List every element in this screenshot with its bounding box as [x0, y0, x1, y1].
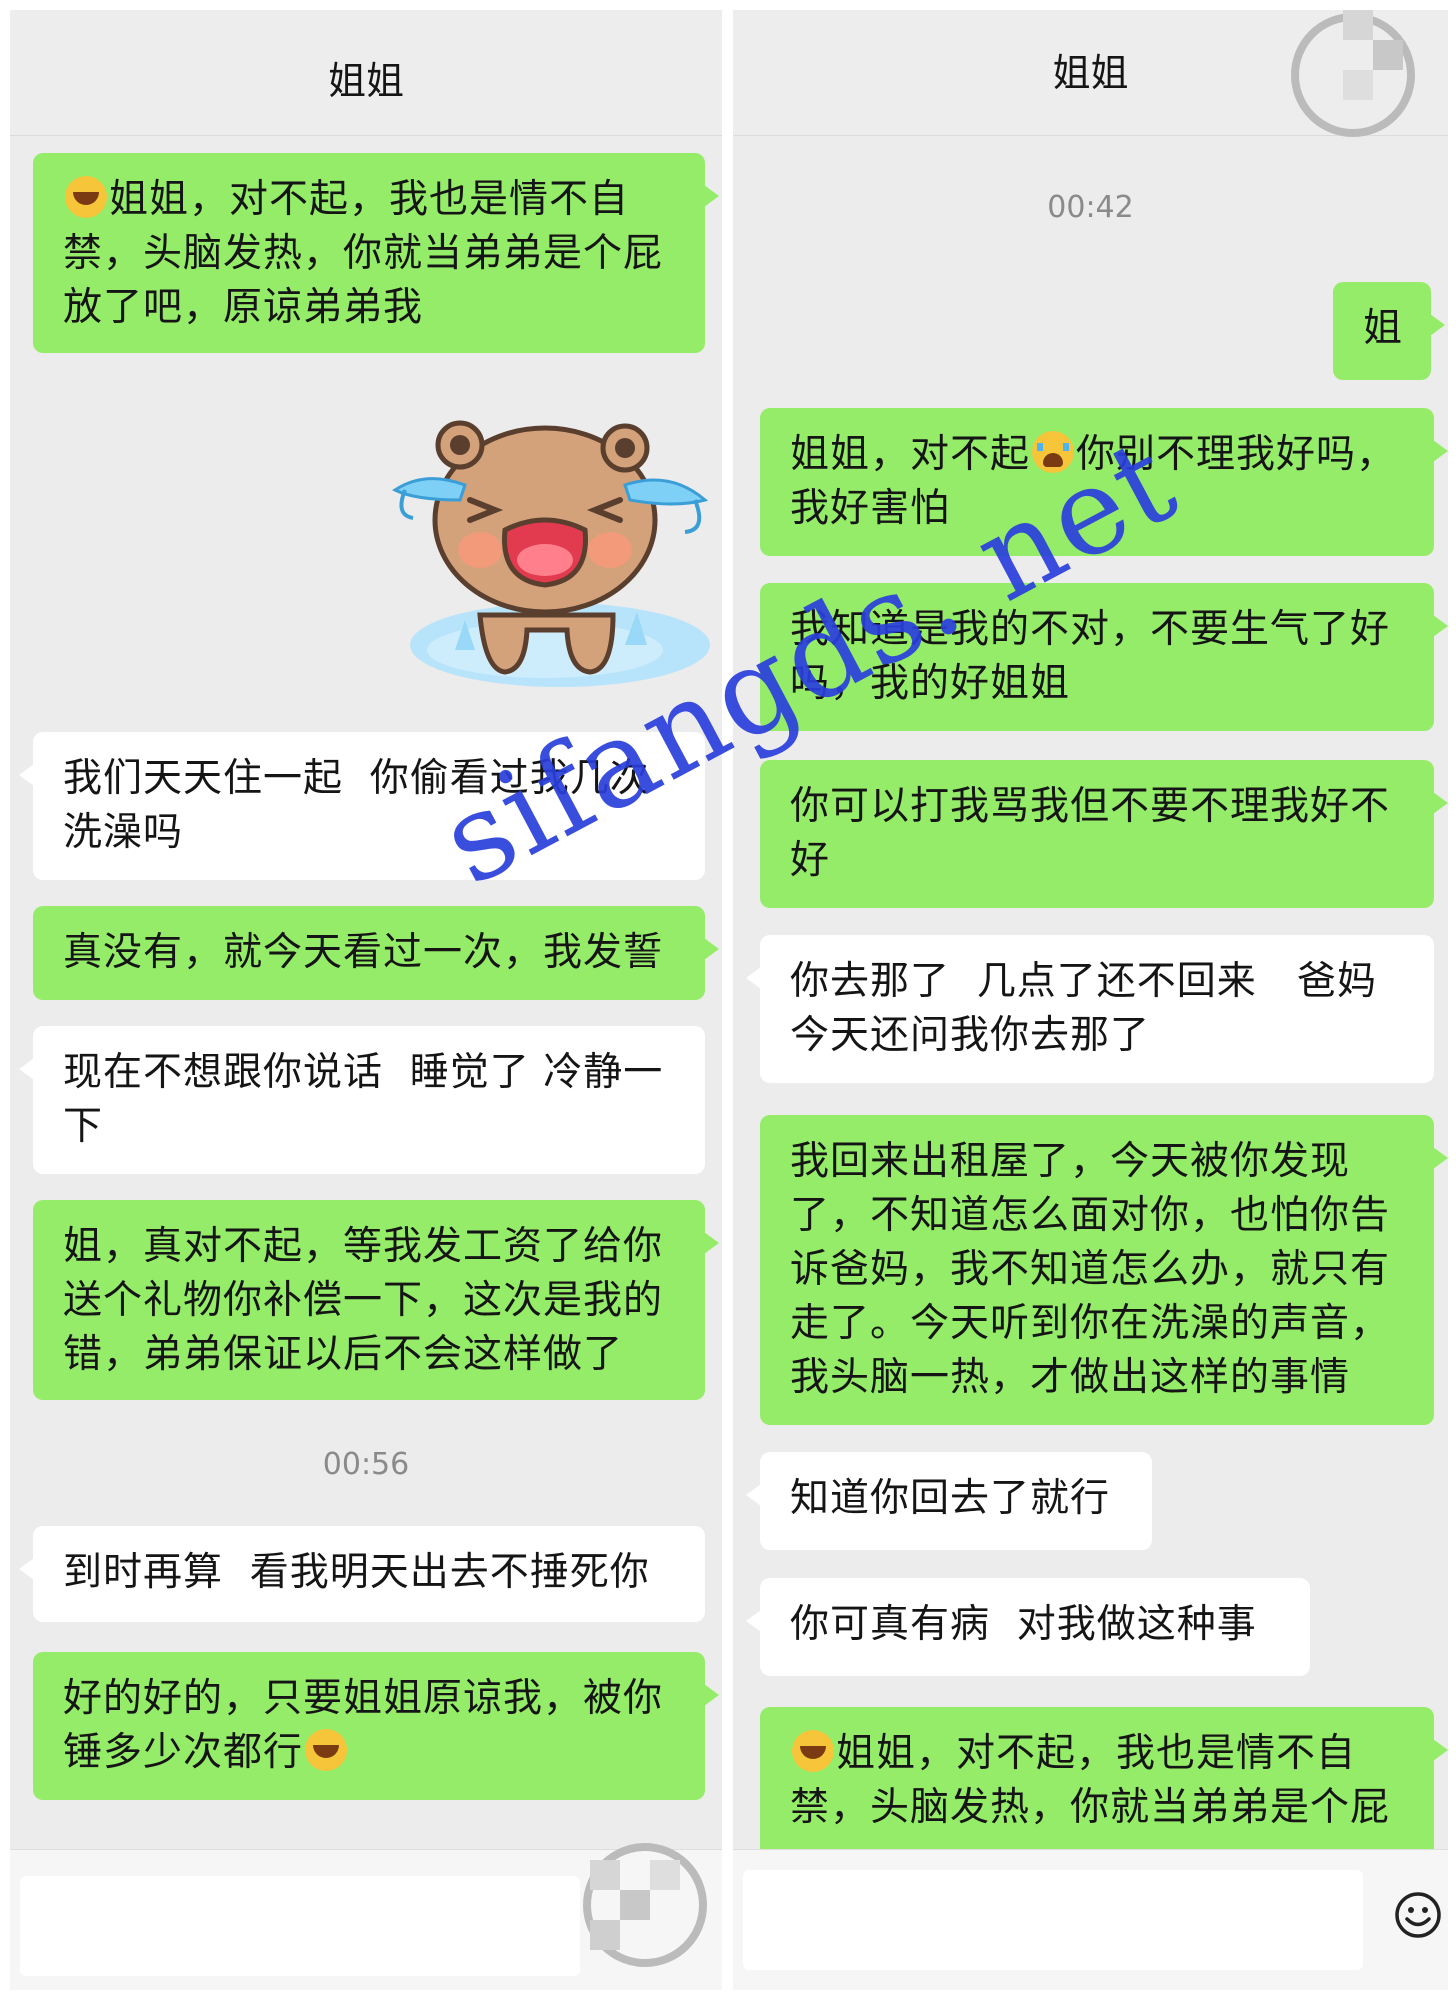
message-bubble-sent[interactable]: 姐，真对不起，等我发工资了给你 送个礼物你补偿一下，这次是我的 错，弟弟保证以后… [33, 1200, 719, 1400]
message-input[interactable] [743, 1870, 1363, 1970]
message-bubble-received[interactable]: 现在不想跟你说话 睡觉了 冷静一 下 [19, 1026, 705, 1174]
message-bubble-received[interactable]: 你可真有病 对我做这种事 [746, 1578, 1310, 1676]
laugh-cry-emoji-icon [65, 176, 107, 218]
crying-bear-sticker[interactable] [385, 400, 715, 700]
input-bar [733, 1849, 1448, 1990]
chat-title: 姐姐 [1052, 51, 1129, 95]
laugh-cry-emoji-icon [305, 1729, 348, 1771]
message-bubble-sent[interactable]: 姐姐，对不起，我也是情不自 禁，头脑发热，你就当弟弟是个屁 放了吧，原谅弟弟我 [33, 153, 719, 353]
laugh-cry-emoji-icon [792, 1730, 834, 1772]
message-bubble-sent[interactable]: 好的好的，只要姐姐原谅我，被你 锤多少次都行 [33, 1652, 719, 1800]
message-bubble-sent[interactable]: 我回来出租屋了，今天被你发现 了，不知道怎么面对你，也怕你告 诉爸妈，我不知道怎… [760, 1115, 1448, 1425]
emoji-smile-icon[interactable] [1393, 1890, 1443, 1940]
message-input[interactable] [20, 1876, 580, 1976]
message-bubble-received[interactable]: 你去那了 几点了还不回来 爸妈 今天还问我你去那了 [746, 935, 1434, 1083]
watermark-stamp-icon [583, 1843, 707, 1967]
message-bubble-sent[interactable]: 真没有，就今天看过一次，我发誓 [33, 906, 719, 1000]
message-bubble-sent[interactable]: 姐 [1333, 282, 1445, 380]
watermark-stamp-icon [1291, 10, 1415, 137]
message-bubble-received[interactable]: 到时再算 看我明天出去不捶死你 [19, 1526, 705, 1622]
right-chat-window: 姐姐 00:42 姐 姐姐，对不起 你别不理我好吗， 我好害怕 我知道是我的不对，… [733, 10, 1448, 1990]
left-chat-window: 姐姐 姐姐，对不起，我也是情不自 禁，头脑发热，你就当弟弟是个屁 放了吧，原谅弟… [10, 10, 722, 1990]
chat-header: 姐姐 [10, 10, 722, 136]
message-timestamp: 00:56 [322, 1447, 410, 1482]
message-timestamp: 00:42 [1047, 190, 1134, 225]
message-bubble-received[interactable]: 知道你回去了就行 [746, 1452, 1152, 1550]
chat-title: 姐姐 [327, 59, 404, 103]
message-bubble-sent[interactable]: 你可以打我骂我但不要不理我好不 好 [760, 760, 1448, 908]
